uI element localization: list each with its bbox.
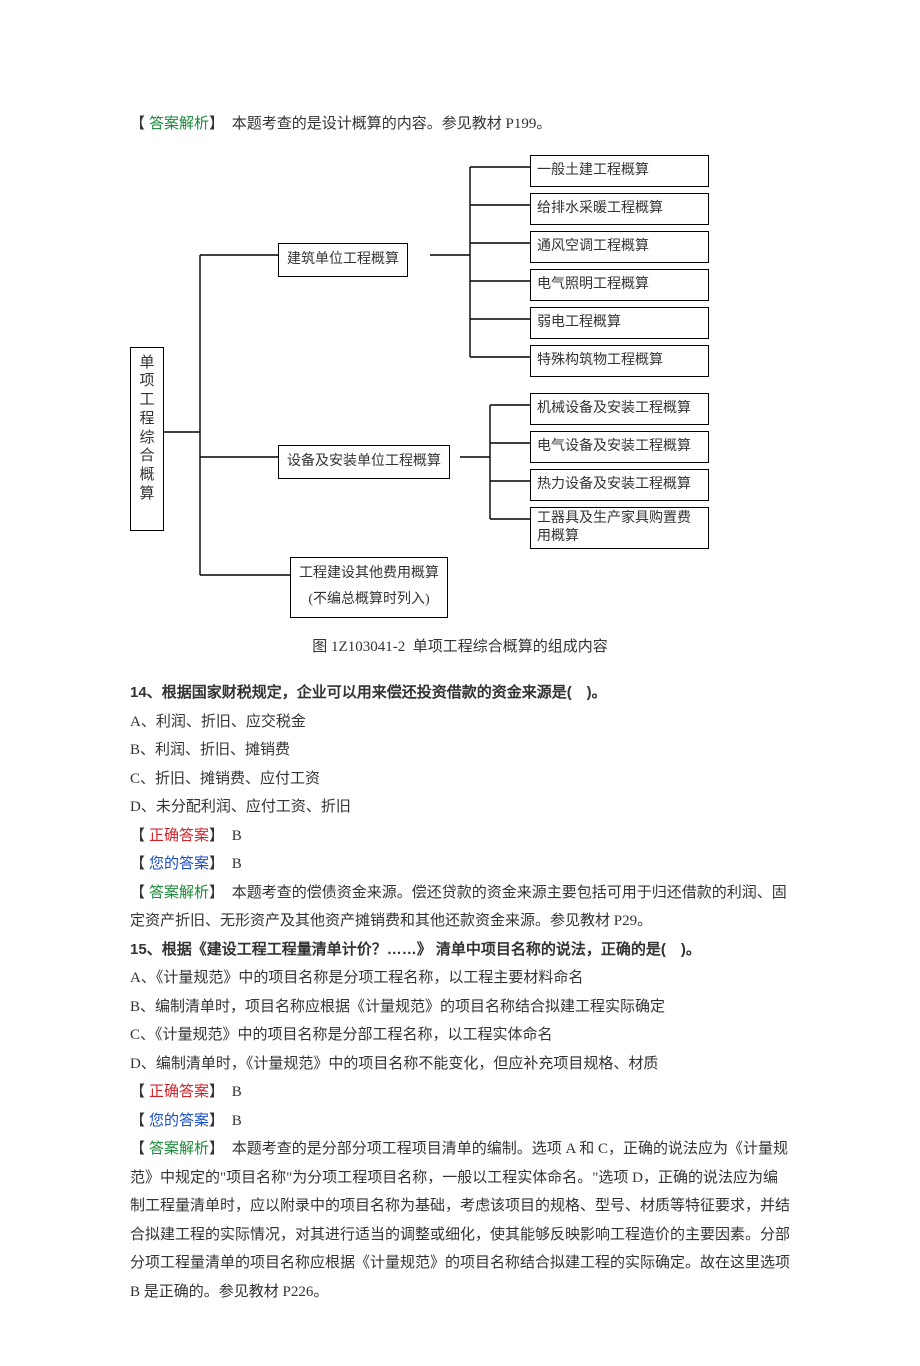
q14-explanation: 【答案解析】 本题考查的偿债资金来源。偿还贷款的资金来源主要包括可用于归还借款的…	[130, 879, 790, 936]
q15-correct-answer: 【正确答案】 B	[130, 1078, 790, 1107]
q14-your-answer: 【您的答案】 B	[130, 850, 790, 879]
leaf-box: 电气设备及安装工程概算	[530, 431, 709, 464]
leaf-box: 机械设备及安装工程概算	[530, 393, 709, 426]
leaf-box: 通风空调工程概算	[530, 231, 709, 264]
explain-label: 答案解析	[149, 1141, 209, 1157]
correct-answer-label: 正确答案	[149, 1084, 209, 1100]
root-box: 单 项 工 程 综 合 概 算	[130, 347, 164, 531]
explain-label: 答案解析	[149, 116, 209, 132]
diagram-caption: 图 1Z103041-2 单项工程综合概算的组成内容	[130, 633, 790, 662]
q14-option-c: C、折旧、摊销费、应付工资	[130, 765, 790, 794]
q15-option-a: A、《计量规范》中的项目名称是分项工程名称，以工程主要材料命名	[130, 964, 790, 993]
bracket-open: 【	[130, 116, 145, 132]
q15-option-c: C、《计量规范》中的项目名称是分部工程名称，以工程实体命名	[130, 1021, 790, 1050]
mid-box-building: 建筑单位工程概算	[278, 243, 408, 278]
q14-correct-value: B	[228, 828, 242, 844]
explain-label: 答案解析	[149, 885, 209, 901]
q15-explain-text: 本题考查的是分部分项工程项目清单的编制。选项 A 和 C，正确的说法应为《计量规…	[130, 1141, 790, 1300]
leaf-box: 弱电工程概算	[530, 307, 709, 340]
q15-your-value: B	[228, 1113, 242, 1129]
q15-correct-value: B	[228, 1084, 242, 1100]
q15-option-b: B、编制清单时，项目名称应根据《计量规范》的项目名称结合拟建工程实际确定	[130, 993, 790, 1022]
your-answer-label: 您的答案	[149, 1113, 209, 1129]
q14-stem: 14、根据国家财税规定，企业可以用来偿还投资借款的资金来源是( )。	[130, 679, 790, 708]
leaf-box: 电气照明工程概算	[530, 269, 709, 302]
leaf-box: 特殊构筑物工程概算	[530, 345, 709, 378]
q14-stem-text: 根据国家财税规定，企业可以用来偿还投资借款的资金来源是( )。	[162, 684, 607, 701]
mid-box-equipment: 设备及安装单位工程概算	[278, 445, 450, 480]
bracket-close: 】	[209, 116, 224, 132]
mid-box-other: 工程建设其他费用概算 (不编总概算时列入)	[290, 557, 448, 618]
q14-option-b: B、利润、折旧、摊销费	[130, 736, 790, 765]
q13-explain-text: 本题考查的是设计概算的内容。参见教材 P199。	[228, 116, 551, 132]
q14-number: 14、	[130, 684, 162, 701]
leaf-box: 一般土建工程概算	[530, 155, 709, 188]
leaf-box: 热力设备及安装工程概算	[530, 469, 709, 502]
your-answer-label: 您的答案	[149, 856, 209, 872]
q14-option-d: D、未分配利润、应付工资、折旧	[130, 793, 790, 822]
q14-your-value: B	[228, 856, 242, 872]
q15-explanation: 【答案解析】 本题考查的是分部分项工程项目清单的编制。选项 A 和 C，正确的说…	[130, 1135, 790, 1306]
q15-stem: 15、根据《建设工程工程量清单计价？……》 清单中项目名称的说法，正确的是( )…	[130, 936, 790, 965]
diagram-single-project-estimate: 单 项 工 程 综 合 概 算 建筑单位工程概算 设备及安装单位工程概算 工程建…	[130, 147, 790, 627]
leaf-box: 给排水采暖工程概算	[530, 193, 709, 226]
q15-stem-text: 根据《建设工程工程量清单计价？……》 清单中项目名称的说法，正确的是( )。	[162, 941, 701, 958]
q14-correct-answer: 【正确答案】 B	[130, 822, 790, 851]
document-page: 【答案解析】 本题考查的是设计概算的内容。参见教材 P199。	[0, 0, 920, 1366]
q15-option-d: D、编制清单时，《计量规范》中的项目名称不能变化，但应补充项目规格、材质	[130, 1050, 790, 1079]
q13-explanation: 【答案解析】 本题考查的是设计概算的内容。参见教材 P199。	[130, 110, 790, 139]
root-label: 单 项 工 程 综 合 概 算	[139, 355, 154, 502]
leaf-box: 工器具及生产家具购置费 用概算	[530, 507, 709, 549]
q14-option-a: A、利润、折旧、应交税金	[130, 708, 790, 737]
q15-number: 15、	[130, 941, 162, 958]
q14-explain-text: 本题考查的偿债资金来源。偿还贷款的资金来源主要包括可用于归还借款的利润、固定资产…	[130, 885, 787, 930]
correct-answer-label: 正确答案	[149, 828, 209, 844]
q15-your-answer: 【您的答案】 B	[130, 1107, 790, 1136]
